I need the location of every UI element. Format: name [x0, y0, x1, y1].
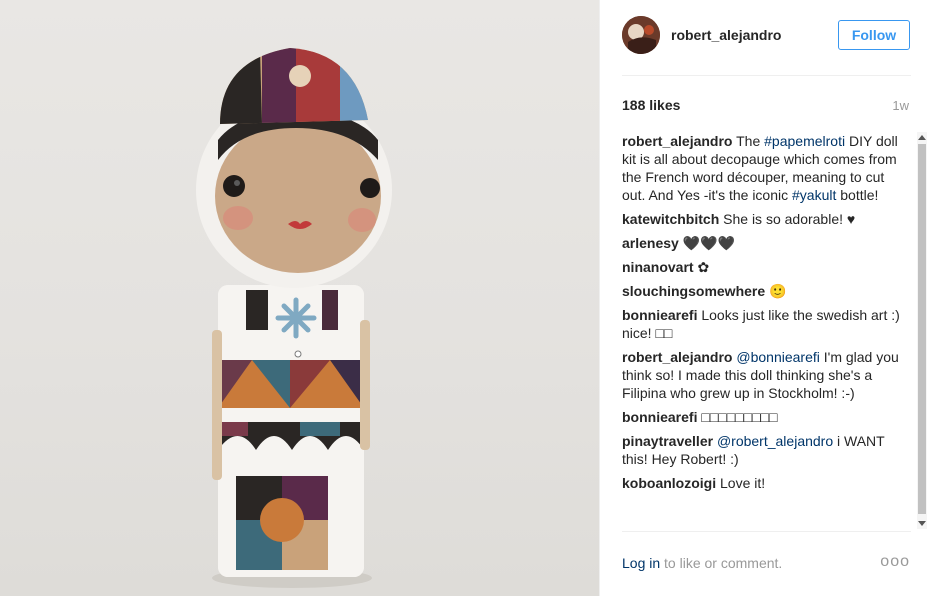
login-link[interactable]: Log in: [622, 555, 660, 571]
comment-text: Love it!: [716, 475, 766, 491]
comment-username[interactable]: slouchingsomewhere: [622, 283, 765, 299]
comment-text: 🙂: [765, 283, 787, 299]
footer-prompt: Log in to like or comment.: [622, 555, 782, 571]
comment-username[interactable]: bonniearefi: [622, 307, 697, 323]
comment-item: ninanovart ✿: [622, 258, 907, 276]
caption: robert_alejandro The #papemelroti DIY do…: [622, 132, 907, 204]
comment-item: slouchingsomewhere 🙂: [622, 282, 907, 300]
hashtag-link[interactable]: #papemelroti: [764, 133, 845, 149]
mention-link[interactable]: @robert_alejandro: [717, 433, 833, 449]
avatar[interactable]: [622, 16, 660, 54]
header-divider: [622, 75, 911, 76]
post-username[interactable]: robert_alejandro: [671, 27, 781, 43]
avatar-image-icon: [622, 16, 660, 54]
scroll-down-icon[interactable]: [918, 521, 926, 526]
footer-divider: [622, 531, 911, 532]
comment-text: 🖤🖤🖤: [678, 235, 736, 251]
comment-username[interactable]: arlenesy: [622, 235, 679, 251]
comment-username[interactable]: ninanovart: [622, 259, 694, 275]
likes-count[interactable]: 188 likes: [622, 97, 680, 113]
caption-text: The: [732, 133, 765, 149]
follow-button[interactable]: Follow: [838, 20, 910, 50]
post-photo: [0, 0, 599, 596]
scroll-up-icon[interactable]: [918, 135, 926, 140]
comment-item: bonniearefi Looks just like the swedish …: [622, 306, 907, 342]
comment-item: robert_alejandro @bonniearefi I'm glad y…: [622, 348, 907, 402]
comment-username[interactable]: katewitchbitch: [622, 211, 719, 227]
comment-text: She is so adorable! ♥: [719, 211, 856, 227]
comment-item: koboanlozoigi Love it!: [622, 474, 907, 492]
comment-username[interactable]: robert_alejandro: [622, 349, 732, 365]
kokeshi-doll-image: [196, 48, 392, 588]
comment-username[interactable]: pinaytraveller: [622, 433, 713, 449]
ellipsis-icon[interactable]: ooo: [880, 553, 910, 571]
post-header: robert_alejandro Follow: [622, 14, 911, 58]
comment-item: arlenesy 🖤🖤🖤: [622, 234, 907, 252]
comment-item: katewitchbitch She is so adorable! ♥: [622, 210, 907, 228]
comment-username[interactable]: koboanlozoigi: [622, 475, 716, 491]
caption-username[interactable]: robert_alejandro: [622, 133, 732, 149]
comment-item: pinaytraveller @robert_alejandro i WANT …: [622, 432, 907, 468]
comments-scrollbar[interactable]: [917, 132, 927, 529]
comments-list: robert_alejandro The #papemelroti DIY do…: [622, 132, 907, 529]
mention-link[interactable]: @bonniearefi: [736, 349, 820, 365]
comment-text: ✿: [693, 259, 710, 275]
post-time: 1w: [892, 98, 909, 113]
caption-text: bottle!: [836, 187, 879, 203]
comment-item: bonniearefi □□□□□□□□□: [622, 408, 907, 426]
scrollbar-thumb[interactable]: [918, 144, 926, 514]
hashtag-link[interactable]: #yakult: [792, 187, 836, 203]
comment-text: □□□□□□□□□: [697, 409, 778, 425]
footer-text: to like or comment.: [660, 555, 783, 571]
post-panel: robert_alejandro Follow 188 likes 1w rob…: [599, 0, 927, 596]
comment-username[interactable]: bonniearefi: [622, 409, 697, 425]
